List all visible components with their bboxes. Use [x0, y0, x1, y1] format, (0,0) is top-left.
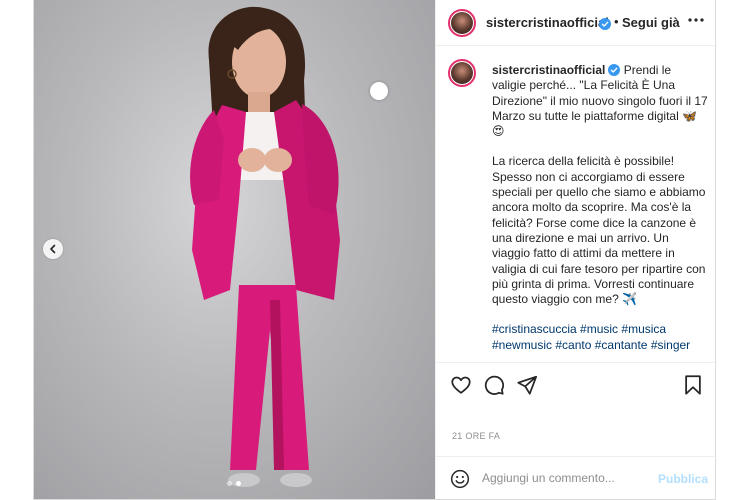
hashtag-link[interactable]: #singer	[651, 338, 690, 352]
verified-badge-icon	[596, 15, 611, 33]
carousel-prev-button[interactable]	[43, 239, 63, 259]
airplane-emoji: ✈️	[622, 292, 638, 307]
carousel-dot	[227, 481, 232, 486]
chevron-left-icon	[50, 244, 56, 254]
hashtag-link[interactable]: #newmusic	[492, 338, 552, 352]
header-username[interactable]: sistercristinaofficial	[486, 15, 609, 30]
post-header: sistercristinaofficial • Segui già	[436, 0, 717, 46]
bookmark-icon[interactable]	[682, 374, 704, 396]
hashtag-list: #cristinascuccia #music #musica #newmusi…	[492, 322, 708, 353]
hashtag-link[interactable]: #music	[580, 322, 618, 336]
hashtag-link[interactable]: #canto	[555, 338, 591, 352]
caption-scroll-area[interactable]: sistercristinaofficial Prendi le valigie…	[436, 47, 717, 362]
more-options-icon[interactable]	[686, 10, 706, 30]
heart-icon[interactable]	[450, 374, 472, 396]
publish-button[interactable]: Pubblica	[658, 472, 708, 486]
comment-input[interactable]	[482, 467, 650, 489]
hashtag-link[interactable]: #cantante	[595, 338, 648, 352]
verified-badge-icon	[608, 64, 621, 76]
comment-bar: Pubblica	[436, 456, 717, 499]
send-icon[interactable]	[516, 374, 538, 396]
action-bar	[436, 362, 717, 407]
caption-avatar[interactable]	[448, 59, 476, 87]
smiley-icon[interactable]	[450, 469, 470, 489]
carousel-dot-active	[236, 481, 241, 486]
hashtag-link[interactable]: #cristinascuccia	[492, 322, 577, 336]
carousel-indicator	[227, 481, 241, 486]
photo-woman-pink-suit	[190, 6, 340, 487]
post-photo[interactable]	[34, 0, 435, 499]
following-button[interactable]: Segui già	[622, 15, 680, 30]
comment-icon[interactable]	[483, 374, 505, 396]
caption: sistercristinaofficial Prendi le valigie…	[492, 63, 708, 362]
hashtag-link[interactable]: #musica	[621, 322, 666, 336]
header-separator: •	[614, 14, 619, 29]
caption-body-text: La ricerca della felicità è possibile! S…	[492, 154, 706, 307]
instagram-post: sistercristinaofficial • Segui già siste…	[33, 0, 717, 500]
photo-tag-indicator[interactable]	[370, 82, 388, 100]
post-timestamp[interactable]: 21 ORE FA	[452, 431, 500, 441]
caption-username[interactable]: sistercristinaofficial	[492, 63, 605, 77]
post-side-panel: sistercristinaofficial • Segui già siste…	[435, 0, 717, 499]
avatar[interactable]	[448, 9, 476, 37]
